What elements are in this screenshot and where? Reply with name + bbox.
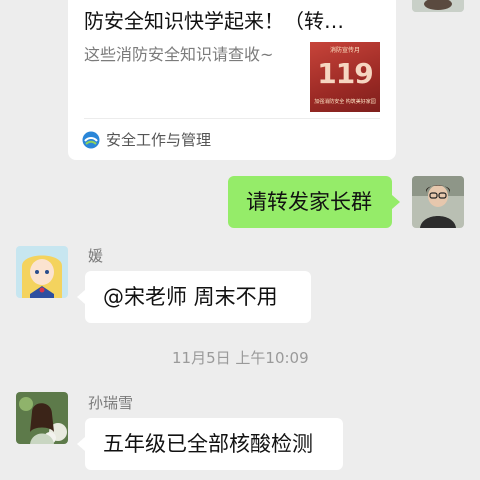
official-account-icon <box>82 131 100 149</box>
sender-name: 孙瑞雪 <box>88 394 134 412</box>
article-thumbnail: 消防宣传月 119 加强消防安全 构筑美好家园 <box>310 42 380 112</box>
message-text: @宋老师 周末不用 <box>103 285 278 309</box>
person-icon <box>412 0 464 12</box>
message-bubble-self[interactable]: 请转发家长群 <box>228 176 392 228</box>
bubble-tail <box>392 195 400 209</box>
message-bubble-other[interactable]: @宋老师 周末不用 <box>85 271 311 323</box>
self-avatar-previous[interactable] <box>412 0 464 12</box>
card-divider <box>84 118 380 119</box>
shared-article-card[interactable]: 防安全知识快学起来！（转… 这些消防安全知识请查收~ 消防宣传月 119 加强消… <box>68 0 396 160</box>
thumbnail-number: 119 <box>317 57 373 90</box>
article-source-name: 安全工作与管理 <box>106 131 212 149</box>
thumbnail-caption-top: 消防宣传月 <box>329 47 360 54</box>
bubble-tail <box>77 290 85 304</box>
person-photo-icon <box>16 392 68 444</box>
message-text: 请转发家长群 <box>246 190 372 214</box>
message-bubble-other[interactable]: 五年级已全部核酸检测 <box>85 418 343 470</box>
sender-name: 媛 <box>88 247 104 265</box>
person-photo-icon <box>412 176 464 228</box>
article-title: 防安全知识快学起来！（转… <box>84 9 344 33</box>
chat-timestamp: 11月5日 上午10:09 <box>172 349 309 367</box>
message-text: 五年级已全部核酸检测 <box>103 432 313 456</box>
bubble-tail <box>77 437 85 451</box>
article-description: 这些消防安全知识请查收~ <box>84 45 274 64</box>
contact-avatar-sun-ruixue[interactable] <box>16 392 68 444</box>
thumbnail-caption-bottom: 加强消防安全 构筑美好家园 <box>314 99 376 105</box>
contact-avatar-yuan[interactable] <box>16 246 68 298</box>
self-avatar[interactable] <box>412 176 464 228</box>
anime-girl-icon <box>16 246 68 298</box>
